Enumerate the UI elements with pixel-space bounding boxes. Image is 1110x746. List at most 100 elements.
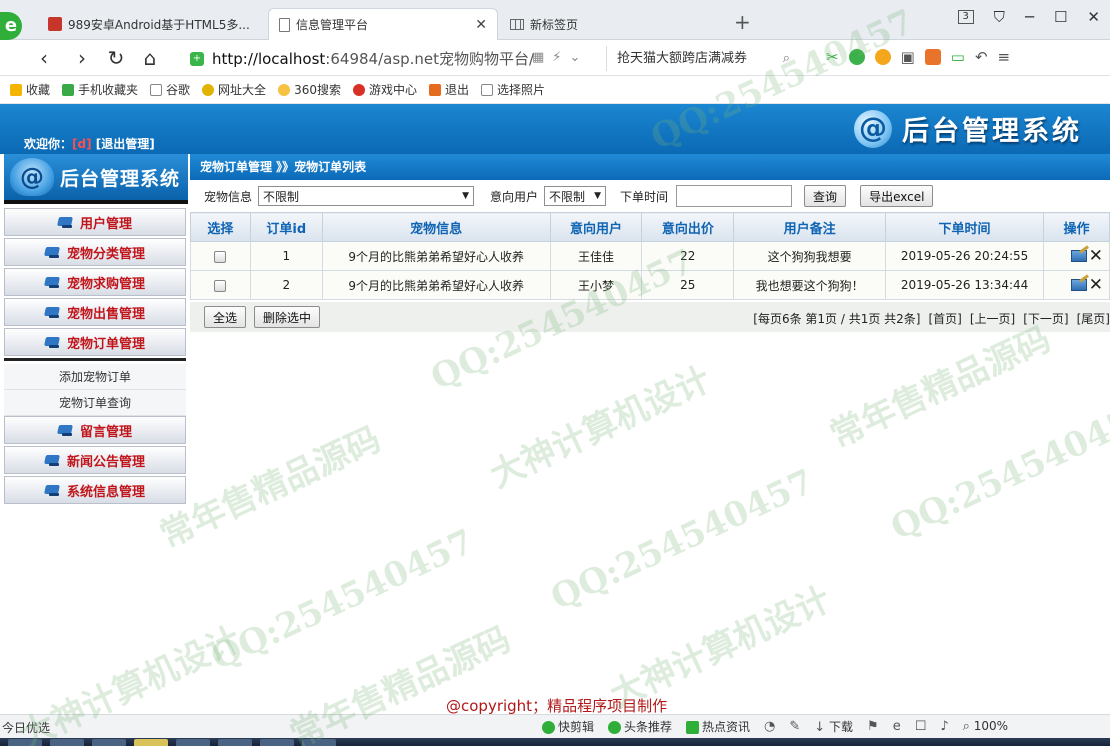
col-actions: 操作 xyxy=(1043,212,1110,242)
status-left-text[interactable]: 今日优选 xyxy=(2,719,50,736)
back-icon[interactable]: ‹ xyxy=(32,46,56,70)
minimize-icon[interactable]: ─ xyxy=(1025,8,1034,26)
close-tab-icon[interactable]: ✕ xyxy=(475,17,487,33)
menu-icon xyxy=(45,453,61,467)
logout-link[interactable]: [退出管理] xyxy=(96,137,155,151)
zoom-icon: ⌕ xyxy=(962,719,970,734)
close-window-icon[interactable]: ✕ xyxy=(1087,8,1100,26)
orders-table: 选择 订单id 宠物信息 意向用户 意向出价 用户备注 下单时间 操作 1 9个… xyxy=(190,212,1110,300)
search-button[interactable]: 查询 xyxy=(804,185,847,207)
submenu-add-order[interactable]: 添加宠物订单 xyxy=(4,364,186,390)
search-icon[interactable]: ⌕ xyxy=(783,46,790,71)
status-headline[interactable]: 头条推荐 xyxy=(608,718,672,735)
delete-selected-button[interactable]: 删除选中 xyxy=(254,306,321,328)
menu-icon xyxy=(45,245,61,259)
pager-info: [每页6条 第1页 / 共1页 共2条] xyxy=(753,312,921,326)
speed-icon[interactable]: ◔ xyxy=(764,719,775,734)
bookmark-photo[interactable]: 选择照片 xyxy=(481,81,545,98)
pet-filter-select[interactable]: 不限制 ▼ xyxy=(258,186,475,206)
row-checkbox[interactable] xyxy=(214,250,227,263)
window-icon[interactable]: ☐ xyxy=(915,719,927,734)
taskbar-item[interactable] xyxy=(260,739,294,746)
taskbar-item[interactable] xyxy=(50,739,84,746)
tab-count-badge[interactable]: 3 xyxy=(957,10,974,24)
image-icon[interactable]: ▣ xyxy=(901,48,915,66)
sidebar-item-news[interactable]: 新闻公告管理 xyxy=(4,446,186,474)
url-tools[interactable]: ▦⚡⌄ xyxy=(532,50,588,65)
sidebar-item-pet-wanted[interactable]: 宠物求购管理 xyxy=(4,268,186,296)
taskbar-item[interactable] xyxy=(218,739,252,746)
sidebar-item-pet-sale[interactable]: 宠物出售管理 xyxy=(4,298,186,326)
browser-tab-1[interactable]: 989安卓Android基于HTML5多... xyxy=(38,8,264,40)
shield-icon: + xyxy=(190,51,204,66)
taskbar-item[interactable] xyxy=(302,739,336,746)
bookmark-exit[interactable]: 退出 xyxy=(428,81,469,98)
row-checkbox[interactable] xyxy=(214,279,227,292)
new-tab-plus-icon[interactable]: + xyxy=(734,10,751,34)
coin-icon[interactable] xyxy=(874,49,891,65)
order-time-input[interactable] xyxy=(676,185,793,207)
cell-price: 25 xyxy=(641,270,735,300)
delete-icon[interactable]: ✕ xyxy=(1089,277,1103,294)
reload-icon[interactable]: ↻ xyxy=(104,46,128,70)
bookmark-mobile[interactable]: 手机收藏夹 xyxy=(62,81,138,98)
select-all-button[interactable]: 全选 xyxy=(204,306,247,328)
status-download[interactable]: ↓ 下载 xyxy=(814,718,853,735)
forward-icon[interactable]: › xyxy=(70,46,94,70)
bookmark-360[interactable]: 360搜索 xyxy=(278,81,341,98)
cell-user: 王小梦 xyxy=(549,270,643,300)
browser-logo-icon[interactable]: e xyxy=(0,12,22,40)
os-taskbar xyxy=(0,738,1110,746)
username[interactable]: [d] xyxy=(72,137,92,151)
menu-icon[interactable]: ≡ xyxy=(998,48,1011,66)
battery-icon[interactable]: ▭ xyxy=(951,48,965,66)
home-icon[interactable]: ⌂ xyxy=(138,46,162,70)
sidebar-item-system[interactable]: 系统信息管理 xyxy=(4,476,186,504)
col-time: 下单时间 xyxy=(885,212,1045,242)
export-excel-button[interactable]: 导出excel xyxy=(860,185,934,207)
bookmark-google[interactable]: 谷歌 xyxy=(150,81,190,98)
main-content: 宠物订单管理 》》宠物订单列表 宠物信息 不限制 ▼ 意向用户 不限制 ▼ 下单时间… xyxy=(190,154,1110,714)
ie-icon[interactable]: e xyxy=(893,719,901,734)
scissors-icon[interactable]: ✂ xyxy=(826,48,839,66)
sidebar-item-pet-category[interactable]: 宠物分类管理 xyxy=(4,238,186,266)
edit-icon[interactable] xyxy=(1070,279,1087,292)
flag-icon[interactable]: ⚑ xyxy=(867,719,879,734)
status-quickclip[interactable]: 快剪辑 xyxy=(542,718,594,735)
browser-tab-3[interactable]: 新标签页 xyxy=(500,8,720,40)
maximize-icon[interactable]: ☐ xyxy=(1054,8,1067,26)
sidebar-item-pet-order[interactable]: 宠物订单管理 xyxy=(4,328,186,356)
flash-icon: ⚡ xyxy=(552,50,570,65)
status-hotnews[interactable]: 热点资讯 xyxy=(686,718,750,735)
broom-icon[interactable]: ✎ xyxy=(789,719,800,734)
user-filter-select[interactable]: 不限制 ▼ xyxy=(544,186,607,206)
filter-bar: 宠物信息 不限制 ▼ 意向用户 不限制 ▼ 下单时间 查询 导出excel xyxy=(190,182,1110,210)
edit-icon[interactable] xyxy=(1070,250,1087,263)
zoom-control[interactable]: ⌕ 100% xyxy=(963,719,1008,734)
col-user: 意向用户 xyxy=(549,212,643,242)
submenu-query-order[interactable]: 宠物订单查询 xyxy=(4,390,186,416)
brand-title: 后台管理系统 xyxy=(902,116,1082,147)
taskbar-item[interactable] xyxy=(134,739,168,746)
taskbar-item[interactable] xyxy=(176,739,210,746)
sidebar-item-messages[interactable]: 留言管理 xyxy=(4,416,186,444)
dropdown-arrow-icon: ▼ xyxy=(594,191,602,201)
apps-icon[interactable] xyxy=(924,49,941,65)
undo-icon[interactable]: ↶ xyxy=(975,48,988,66)
translate-icon[interactable] xyxy=(848,49,865,65)
shirt-icon[interactable]: ⛉ xyxy=(994,8,1005,26)
bookmark-sites[interactable]: 网址大全 xyxy=(202,81,266,98)
taskbar-item[interactable] xyxy=(8,739,42,746)
search-input[interactable]: 抢天猫大额跨店满减券 ⌕ xyxy=(606,46,796,71)
sidebar-item-users[interactable]: 用户管理 xyxy=(4,208,186,236)
browser-tab-active[interactable]: 信息管理平台 ✕ xyxy=(268,8,498,40)
bookmark-favorites[interactable]: 收藏 xyxy=(10,81,50,98)
speaker-icon[interactable]: ♪ xyxy=(940,719,948,734)
pager-prev-link[interactable]: [上一页] xyxy=(970,310,1015,327)
pager-next-link[interactable]: [下一页] xyxy=(1023,310,1068,327)
pager-first-link[interactable]: [首页] xyxy=(929,310,962,327)
taskbar-item[interactable] xyxy=(92,739,126,746)
delete-icon[interactable]: ✕ xyxy=(1089,248,1103,265)
pager-last-link[interactable]: [尾页] xyxy=(1077,310,1110,327)
bookmark-games[interactable]: 游戏中心 xyxy=(352,81,417,98)
